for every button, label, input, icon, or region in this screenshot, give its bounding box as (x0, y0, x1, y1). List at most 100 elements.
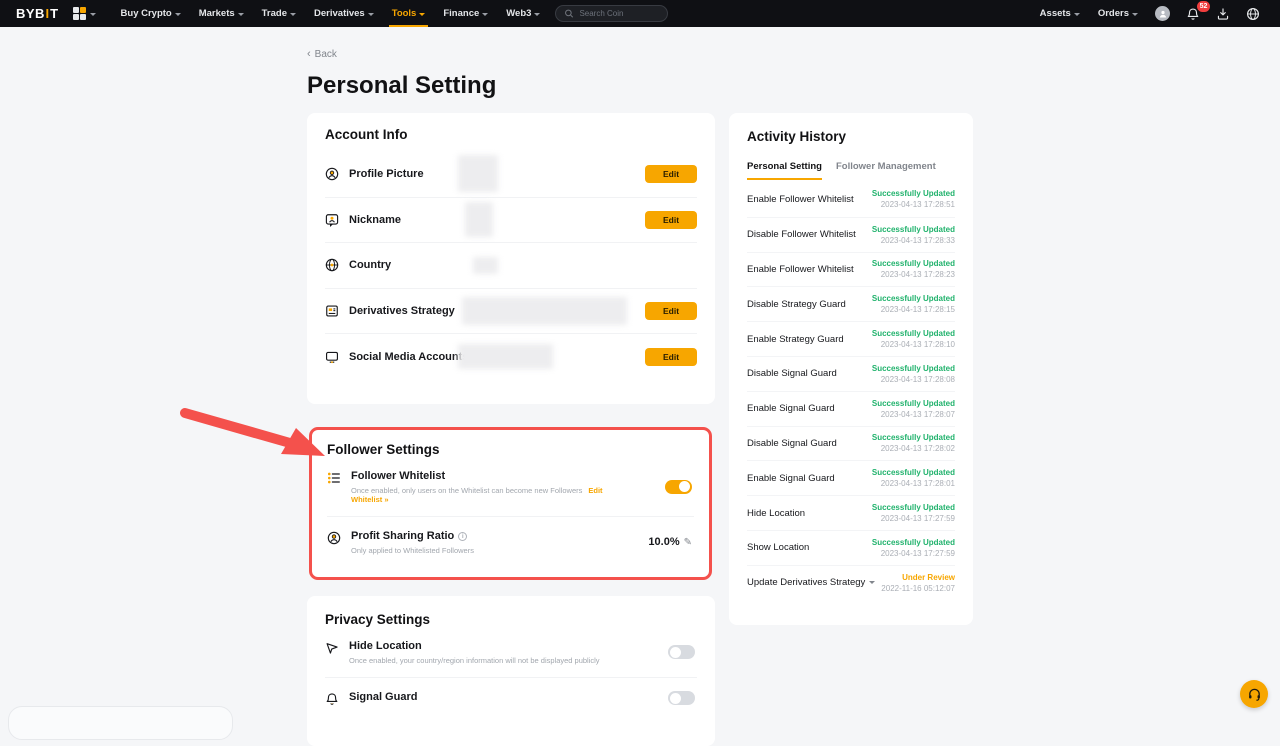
activity-action-label: Disable Follower Whitelist (747, 229, 856, 240)
chevron-down-icon (90, 13, 96, 16)
profile-button[interactable] (1147, 0, 1178, 27)
setting-label: Follower Whitelist (351, 470, 445, 482)
nav-item-trade[interactable]: Trade (253, 0, 305, 27)
activity-row-right: Successfully Updated 2023-04-13 17:28:33 (872, 225, 955, 245)
activity-row-right: Successfully Updated 2023-04-13 17:28:01 (872, 468, 955, 488)
edit-whitelist-link[interactable]: Edit Whitelist » (351, 486, 603, 504)
bottom-left-widget[interactable] (8, 706, 233, 740)
activity-row-right: Successfully Updated 2023-04-13 17:28:08 (872, 364, 955, 384)
nav-item-assets[interactable]: Assets (1031, 0, 1089, 27)
setting-row: Hide Location Once enabled, your country… (325, 627, 697, 677)
blurred-value (465, 202, 493, 237)
follower-settings-title: Follower Settings (327, 442, 694, 457)
activity-row-right: Successfully Updated 2023-04-13 17:27:59 (872, 538, 955, 558)
nav-item-tools[interactable]: Tools (383, 0, 435, 27)
toggle-switch[interactable] (668, 691, 695, 705)
nav-item-markets[interactable]: Markets (190, 0, 253, 27)
coin-search[interactable] (555, 5, 668, 22)
nav-item-label: Finance (443, 8, 479, 19)
activity-action-label: Disable Strategy Guard (747, 299, 846, 310)
nav-item-buy-crypto[interactable]: Buy Crypto (112, 0, 190, 27)
tab-personal-setting[interactable]: Personal Setting (747, 161, 822, 180)
activity-timestamp: 2023-04-13 17:28:01 (881, 479, 955, 488)
nav-item-label: Orders (1098, 8, 1129, 19)
setting-texts: Profit Sharing Ratioi Only applied to Wh… (351, 530, 534, 555)
activity-timestamp: 2023-04-13 17:28:02 (881, 444, 955, 453)
user-icon (1158, 9, 1168, 19)
activity-history-rows: Enable Follower Whitelist Successfully U… (747, 182, 955, 600)
tab-follower-management[interactable]: Follower Management (836, 161, 936, 180)
chevron-down-icon (419, 13, 425, 16)
activity-timestamp: 2022-11-16 05:12:07 (881, 584, 955, 593)
info-icon[interactable]: i (458, 532, 467, 541)
navbar-right: Assets Orders 52 (1031, 0, 1280, 27)
nav-item-finance[interactable]: Finance (434, 0, 497, 27)
edit-button[interactable]: Edit (645, 348, 697, 366)
edit-pencil-icon[interactable]: ✎ (684, 537, 692, 548)
activity-status: Successfully Updated (872, 225, 955, 234)
activity-status: Successfully Updated (872, 503, 955, 512)
nav-item-web3[interactable]: Web3 (497, 0, 549, 27)
setting-label: Signal Guard (349, 691, 417, 703)
chevron-down-icon[interactable] (869, 581, 875, 584)
activity-row: Hide Location Successfully Updated 2023-… (747, 495, 955, 530)
nav-item-orders[interactable]: Orders (1089, 0, 1147, 27)
setting-row-right (665, 480, 692, 494)
nav-item-label: Derivatives (314, 8, 365, 19)
toggle-switch[interactable] (668, 645, 695, 659)
activity-action-label: Enable Follower Whitelist (747, 264, 854, 275)
blurred-value (473, 257, 498, 274)
account-row-label: Profile Picture (349, 168, 424, 180)
activity-row: Disable Strategy Guard Successfully Upda… (747, 286, 955, 321)
activity-status: Successfully Updated (872, 259, 955, 268)
logo-text: T (50, 6, 58, 21)
setting-row-right: 10.0%✎ (648, 536, 692, 548)
setting-texts: Hide Location Once enabled, your country… (349, 640, 660, 665)
blurred-value (462, 297, 627, 325)
navbar-left: BYBIT Buy CryptoMarkets Trade Derivatives T… (0, 0, 668, 27)
avatar (1155, 6, 1170, 21)
activity-action-label: Update Derivatives Strategy (747, 577, 865, 588)
activity-timestamp: 2023-04-13 17:28:33 (881, 236, 955, 245)
chevron-down-icon (368, 13, 374, 16)
activity-history-tabs: Personal Setting Follower Management (747, 161, 955, 180)
notifications-button[interactable]: 52 (1178, 0, 1208, 27)
activity-action-label: Show Location (747, 542, 809, 553)
setting-row-right (668, 691, 695, 705)
activity-status: Successfully Updated (872, 538, 955, 547)
activity-action-label: Enable Signal Guard (747, 403, 835, 414)
apps-grid-button[interactable] (73, 0, 96, 27)
chevron-down-icon (1074, 13, 1080, 16)
activity-action-label: Enable Strategy Guard (747, 334, 844, 345)
activity-action: Enable Strategy Guard (747, 334, 844, 345)
download-app-button[interactable] (1208, 0, 1238, 27)
nav-item-derivatives[interactable]: Derivatives (305, 0, 383, 27)
hide-location-icon (325, 641, 339, 655)
logo-text: BYB (16, 6, 45, 21)
privacy-settings-card: Privacy Settings Hide Location Once enab… (307, 596, 715, 746)
activity-action: Update Derivatives Strategy (747, 577, 875, 588)
nav-item-label: Trade (262, 8, 287, 19)
follower-whitelist-icon (327, 471, 341, 485)
edit-button[interactable]: Edit (645, 165, 697, 183)
search-input[interactable] (579, 9, 659, 18)
support-chat-button[interactable] (1240, 680, 1268, 708)
nickname-icon (325, 213, 339, 227)
setting-label: Hide Location (349, 640, 422, 652)
edit-button[interactable]: Edit (645, 302, 697, 320)
account-row-label: Nickname (349, 214, 401, 226)
setting-row: Signal Guard (325, 677, 697, 718)
nav-item-label: Assets (1040, 8, 1071, 19)
activity-status: Successfully Updated (872, 329, 955, 338)
edit-button[interactable]: Edit (645, 211, 697, 229)
toggle-knob (670, 693, 681, 704)
toggle-switch[interactable] (665, 480, 692, 494)
activity-status: Successfully Updated (872, 468, 955, 477)
activity-timestamp: 2023-04-13 17:27:59 (881, 549, 955, 558)
social-media-icon (325, 350, 339, 364)
back-link[interactable]: ‹ Back (307, 49, 337, 60)
bybit-logo[interactable]: BYBIT (16, 0, 59, 27)
nav-item-label: Tools (392, 8, 417, 19)
activity-action: Disable Follower Whitelist (747, 229, 856, 240)
language-button[interactable] (1238, 0, 1268, 27)
